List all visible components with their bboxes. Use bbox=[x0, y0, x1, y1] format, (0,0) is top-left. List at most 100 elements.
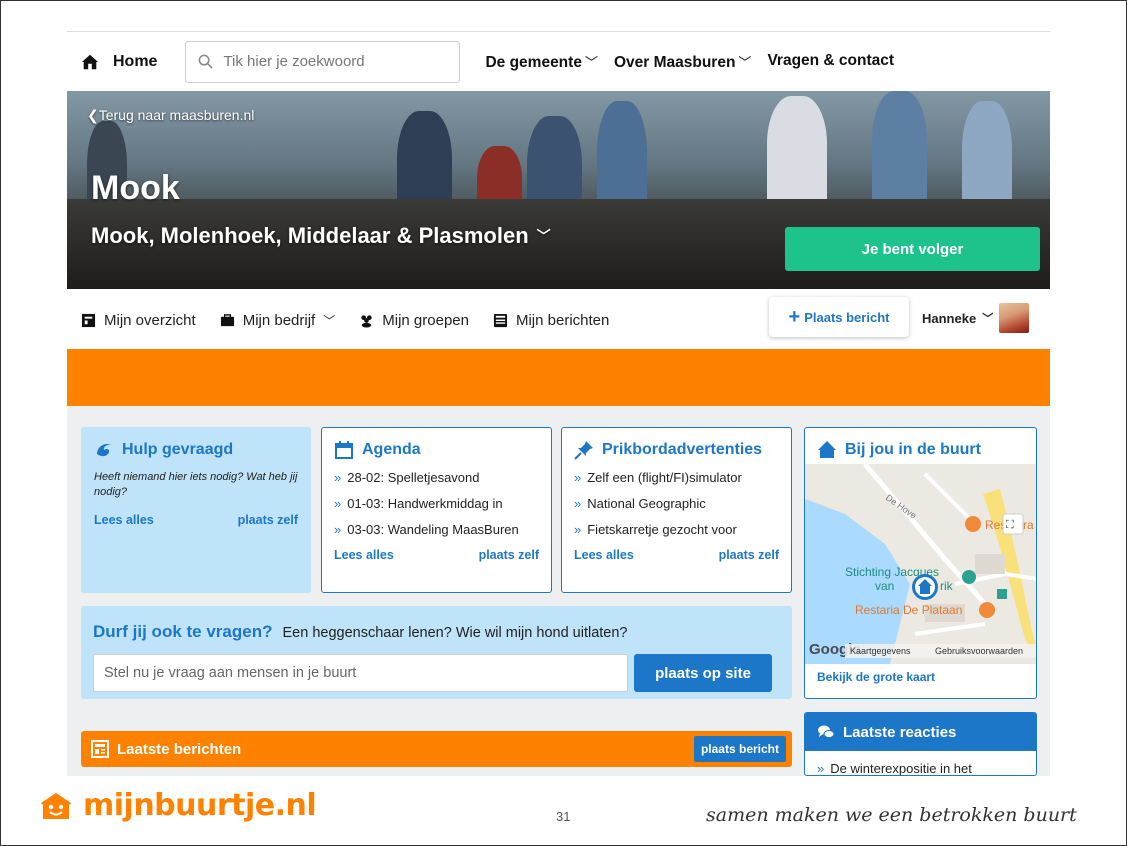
chevron-down-icon: ﹀ bbox=[738, 54, 752, 70]
subnav-mijn-berichten-label: Mijn berichten bbox=[515, 311, 610, 329]
chevron-down-icon: ﹀ bbox=[536, 228, 551, 244]
nav-de-gemeente[interactable]: De gemeente ﹀ bbox=[485, 52, 598, 72]
map-label-restaria: Restaria De Plataan bbox=[855, 603, 962, 617]
agenda-read-all-link[interactable]: Lees alles bbox=[334, 548, 394, 562]
subnav-mijn-overzicht-label: Mijn overzicht bbox=[104, 311, 196, 329]
latest-messages-header: Laatste berichten plaats bericht bbox=[81, 731, 792, 767]
page-number: 31 bbox=[556, 809, 571, 824]
ask-question-placeholder: Stel nu je vraag aan mensen in je buurt bbox=[104, 665, 357, 681]
hulp-read-all-link[interactable]: Lees alles bbox=[94, 513, 154, 527]
neighbourhood-card: Bij jou in de buurt De Hove Restaura ⛶ S… bbox=[804, 427, 1037, 699]
neighbourhood-title: Bij jou in de buurt bbox=[805, 428, 1036, 460]
list-item[interactable]: » National Geographic bbox=[574, 496, 779, 511]
post-message-label: Plaats bericht bbox=[804, 309, 890, 325]
back-link[interactable]: ❮Terug naar maasburen.nl bbox=[87, 107, 254, 124]
latest-reactions-header: Laatste reacties bbox=[805, 713, 1036, 751]
area-selector-label: Mook, Molenhoek, Middelaar & Plasmolen bbox=[91, 223, 529, 248]
plus-icon: + bbox=[788, 306, 801, 328]
nav-vragen-contact[interactable]: Vragen & contact bbox=[767, 52, 894, 72]
pin-icon bbox=[574, 441, 593, 460]
list-item[interactable]: » De winterexpositie in het bbox=[805, 751, 1036, 775]
chat-bubbles-icon bbox=[818, 725, 835, 738]
home-icon bbox=[81, 54, 99, 69]
ask-question-title: Durf jij ook te vragen? bbox=[93, 622, 273, 641]
list-item[interactable]: » 28-02: Spelletjesavond bbox=[334, 470, 539, 485]
top-navigation: Home Tik hier je zoekwoord De gemeente ﹀ … bbox=[67, 31, 1050, 91]
hero-photo-figure bbox=[872, 91, 927, 216]
neighbourhood-title-label: Bij jou in de buurt bbox=[845, 441, 981, 458]
home-link[interactable]: Home bbox=[81, 53, 157, 71]
user-navigation: Mijn overzicht Mijn bedrijf ﹀ Mijn groep… bbox=[67, 297, 1050, 341]
brand-logo: mijnbuurtje.nl bbox=[39, 788, 317, 823]
user-menu[interactable]: Hanneke ﹀ bbox=[922, 303, 1030, 333]
subnav-mijn-groepen[interactable]: Mijn groepen bbox=[359, 312, 469, 329]
nav-over-maasburen-label: Over Maasburen bbox=[613, 53, 736, 71]
view-large-map-link[interactable]: Bekijk de grote kaart bbox=[817, 670, 935, 684]
map-label-poi-3: rik bbox=[940, 579, 954, 593]
agenda-title: Agenda bbox=[334, 440, 539, 460]
avatar bbox=[999, 303, 1030, 333]
prikbord-card: Prikbordadvertenties » Zelf een (flight/F… bbox=[561, 427, 792, 593]
area-selector[interactable]: Mook, Molenhoek, Middelaar & Plasmolen ﹀ bbox=[91, 223, 551, 249]
subnav-mijn-groepen-label: Mijn groepen bbox=[382, 311, 469, 329]
ask-question-heading: Durf jij ook te vragen? Een heggenschaar… bbox=[93, 622, 780, 642]
nav-de-gemeente-label: De gemeente bbox=[485, 53, 582, 71]
follow-button[interactable]: Je bent volger bbox=[785, 227, 1040, 271]
fullscreen-icon: ⛶ bbox=[1006, 518, 1014, 531]
group-icon bbox=[361, 314, 372, 328]
hulp-gevraagd-card: Hulp gevraagd Heeft niemand hier iets no… bbox=[81, 427, 311, 593]
ask-question-panel: Durf jij ook te vragen? Een heggenschaar… bbox=[81, 606, 792, 699]
agenda-post-own-link[interactable]: plaats zelf bbox=[479, 548, 539, 562]
newspaper-icon bbox=[91, 740, 109, 758]
agenda-list: » 28-02: Spelletjesavond » 01-03: Handwerk… bbox=[334, 470, 539, 537]
brand-name: mijnbuurtje.nl bbox=[83, 788, 317, 823]
search-icon bbox=[199, 54, 214, 69]
latest-messages-title: Laatste berichten bbox=[117, 740, 242, 758]
orange-banner bbox=[67, 349, 1050, 406]
prikbord-footer: Lees alles plaats zelf bbox=[574, 548, 779, 562]
help-hand-icon bbox=[97, 444, 111, 457]
subnav-mijn-overzicht[interactable]: Mijn overzicht bbox=[81, 312, 196, 329]
hulp-gevraagd-footer: Lees alles plaats zelf bbox=[94, 513, 298, 527]
page-title: Mook bbox=[91, 169, 180, 207]
post-message-small-button[interactable]: plaats bericht bbox=[693, 736, 786, 762]
post-on-site-button[interactable]: plaats op site bbox=[634, 654, 772, 692]
neighbourhood-map[interactable]: De Hove Restaura ⛶ Stichting Jacques van… bbox=[805, 464, 1036, 664]
briefcase-icon bbox=[220, 313, 234, 326]
home-icon bbox=[818, 441, 836, 458]
map-label-data: Kaartgegevens bbox=[850, 646, 911, 656]
hero-photo-figure bbox=[767, 96, 827, 216]
list-item[interactable]: » 01-03: Handwerkmiddag in bbox=[334, 496, 539, 511]
map-label-poi-2: van bbox=[875, 579, 894, 593]
agenda-title-label: Agenda bbox=[362, 441, 421, 458]
map-label-terms: Gebruiksvoorwaarden bbox=[935, 646, 1023, 656]
chevron-down-icon: ﹀ bbox=[584, 54, 598, 70]
prikbord-post-own-link[interactable]: plaats zelf bbox=[719, 548, 779, 562]
chevron-down-icon: ﹀ bbox=[323, 313, 336, 328]
prikbord-title-label: Prikbordadvertenties bbox=[602, 441, 763, 458]
dashboard-icon bbox=[81, 313, 96, 327]
hulp-gevraagd-description: Heeft niemand hier iets nodig? Wat heb j… bbox=[94, 471, 298, 499]
ask-question-input[interactable]: Stel nu je vraag aan mensen in je buurt bbox=[93, 654, 628, 692]
latest-reactions-title: Laatste reacties bbox=[843, 723, 957, 741]
ask-question-row: Stel nu je vraag aan mensen in je buurt … bbox=[93, 654, 780, 692]
list-item[interactable]: » Fietskarretje gezocht voor bbox=[574, 522, 779, 537]
subnav-mijn-berichten[interactable]: Mijn berichten bbox=[493, 312, 609, 329]
hero-banner: ❮Terug naar maasburen.nl Mook Mook, Mole… bbox=[67, 91, 1050, 289]
list-item[interactable]: » 03-03: Wandeling MaasBuren bbox=[334, 522, 539, 537]
search-input[interactable]: Tik hier je zoekwoord bbox=[185, 40, 461, 83]
hulp-gevraagd-title-label: Hulp gevraagd bbox=[122, 441, 234, 458]
house-logo-icon bbox=[41, 792, 71, 819]
calendar-icon bbox=[335, 441, 353, 459]
list-item[interactable]: » Zelf een (flight/FI)simulator bbox=[574, 470, 779, 485]
agenda-footer: Lees alles plaats zelf bbox=[334, 548, 539, 562]
subnav-mijn-bedrijf[interactable]: Mijn bedrijf ﹀ bbox=[220, 312, 336, 329]
back-link-label: Terug naar maasburen.nl bbox=[98, 107, 255, 123]
hulp-post-own-link[interactable]: plaats zelf bbox=[238, 513, 298, 527]
nav-over-maasburen[interactable]: Over Maasburen ﹀ bbox=[614, 52, 751, 72]
prikbord-read-all-link[interactable]: Lees alles bbox=[574, 548, 634, 562]
nav-vragen-contact-label: Vragen & contact bbox=[767, 51, 895, 69]
map-graphic: De Hove Restaura ⛶ Stichting Jacques van… bbox=[805, 464, 1036, 664]
ask-question-examples: Een heggenschaar lenen? Wie wil mijn hon… bbox=[282, 625, 628, 641]
post-message-button[interactable]: + Plaats bericht bbox=[769, 297, 909, 337]
